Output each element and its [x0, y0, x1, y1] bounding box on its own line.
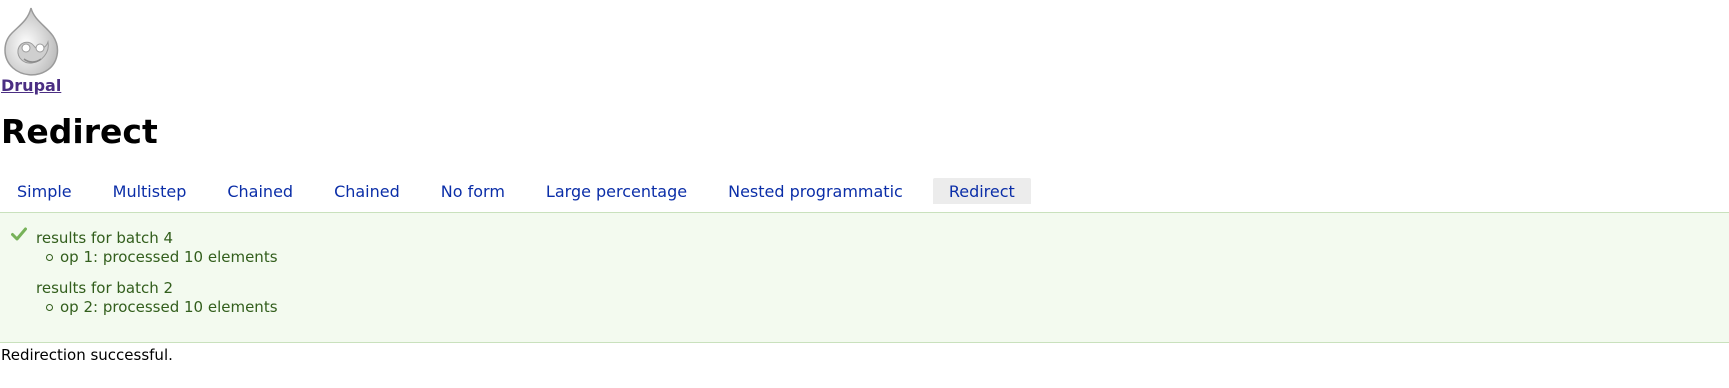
batch-item: op 1: processed 10 elements	[46, 248, 278, 266]
check-icon	[11, 227, 27, 241]
batch-item-text: op 2: processed 10 elements	[60, 298, 278, 316]
bullet-circle-icon	[46, 254, 53, 261]
content-text: Redirection successful.	[1, 346, 173, 364]
tab-no-form[interactable]: No form	[430, 178, 516, 204]
tab-multistep[interactable]: Multistep	[102, 178, 198, 204]
tab-redirect[interactable]: Redirect	[932, 178, 1031, 204]
tab-chained-1[interactable]: Chained	[216, 178, 304, 204]
primary-tabs: Simple Multistep Chained Chained No form…	[0, 178, 1050, 204]
drupal-logo-icon	[4, 7, 59, 76]
status-messages: results for batch 4 op 1: processed 10 e…	[0, 212, 1729, 343]
tab-chained-2[interactable]: Chained	[323, 178, 411, 204]
page-title: Redirect	[1, 112, 158, 151]
batch-item-text: op 1: processed 10 elements	[60, 248, 278, 266]
tab-simple[interactable]: Simple	[6, 178, 83, 204]
bullet-circle-icon	[46, 304, 53, 311]
batch-title: results for batch 2	[36, 279, 174, 297]
tab-large-percentage[interactable]: Large percentage	[535, 178, 698, 204]
batch-item: op 2: processed 10 elements	[46, 298, 278, 316]
tab-nested-programmatic[interactable]: Nested programmatic	[717, 178, 914, 204]
batch-title: results for batch 4	[36, 229, 174, 247]
site-name-link[interactable]: Drupal	[1, 76, 61, 95]
